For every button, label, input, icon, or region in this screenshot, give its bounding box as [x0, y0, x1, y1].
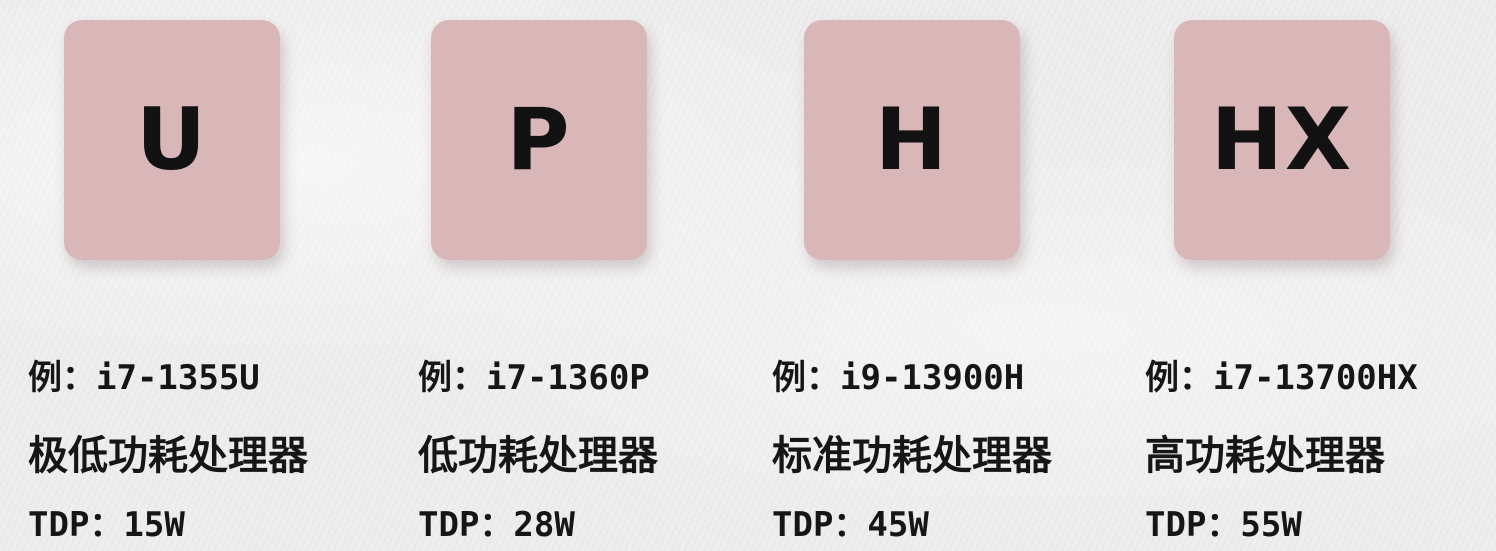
processor-card-h: H 例：i9-13900H 标准功耗处理器 TDP：45W	[772, 0, 1142, 551]
example-model: 例：i7-13700HX	[1145, 358, 1418, 398]
processor-card-p: P 例：i7-1360P 低功耗处理器 TDP：28W	[418, 0, 788, 551]
suffix-tile-u: U	[64, 20, 280, 260]
suffix-tile-p: P	[431, 20, 647, 260]
suffix-letter: H	[875, 90, 949, 190]
suffix-letter: U	[136, 90, 208, 190]
suffix-letter: P	[506, 90, 572, 190]
example-model: 例：i9-13900H	[772, 358, 1025, 398]
tdp-value: TDP：28W	[418, 505, 575, 545]
power-description: 极低功耗处理器	[28, 433, 308, 479]
tdp-value: TDP：45W	[772, 505, 929, 545]
power-description: 标准功耗处理器	[772, 433, 1052, 479]
tdp-value: TDP：15W	[28, 505, 185, 545]
power-description: 高功耗处理器	[1145, 433, 1385, 479]
suffix-letter: HX	[1210, 90, 1354, 190]
processor-card-hx: HX 例：i7-13700HX 高功耗处理器 TDP：55W	[1145, 0, 1496, 551]
suffix-tile-hx: HX	[1174, 20, 1390, 260]
suffix-tile-h: H	[804, 20, 1020, 260]
processor-card-u: U 例：i7-1355U 极低功耗处理器 TDP：15W	[28, 0, 398, 551]
example-model: 例：i7-1355U	[28, 358, 260, 398]
power-description: 低功耗处理器	[418, 433, 658, 479]
tdp-value: TDP：55W	[1145, 505, 1302, 545]
example-model: 例：i7-1360P	[418, 358, 650, 398]
